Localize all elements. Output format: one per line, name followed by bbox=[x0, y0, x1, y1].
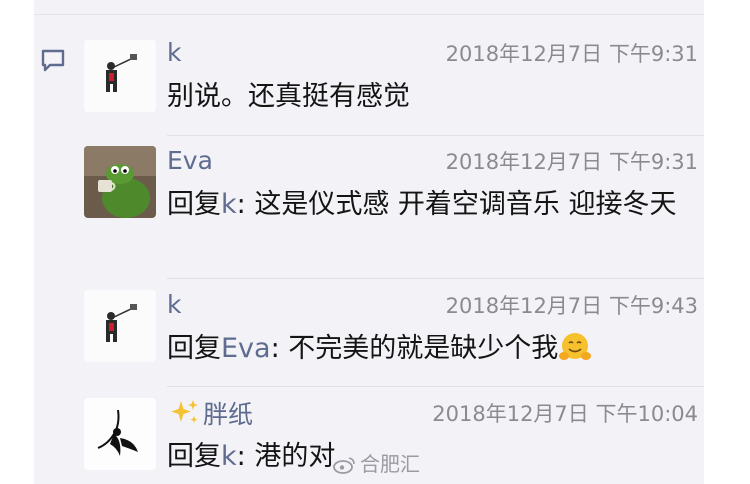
comment-divider bbox=[167, 386, 704, 387]
comment-text: 回复Eva: 不完美的就是缺少个我 bbox=[167, 330, 712, 367]
comment-divider bbox=[167, 278, 704, 279]
reply-to-user[interactable]: k bbox=[221, 441, 237, 472]
reply-separator: : bbox=[236, 189, 255, 220]
avatar-k[interactable] bbox=[84, 290, 156, 362]
reply-body: 港的对 bbox=[254, 441, 336, 472]
watermark-text: 合肥汇 bbox=[360, 452, 420, 476]
reply-body: 不完美的就是缺少个我 bbox=[288, 333, 559, 364]
weibo-logo-icon bbox=[333, 457, 355, 474]
reply-to-user[interactable]: k bbox=[221, 189, 237, 220]
reply-prefix: 回复 bbox=[167, 189, 221, 220]
comment-text: 回复k: 港的对 bbox=[167, 438, 712, 475]
reply-separator: : bbox=[236, 441, 255, 472]
comment-timestamp: 2018年12月7日 下午9:31 bbox=[445, 150, 698, 174]
top-divider bbox=[34, 14, 704, 15]
reply-body: 这是仪式感 开着空调音乐 迎接冬天 bbox=[254, 189, 677, 220]
comment-divider bbox=[167, 135, 704, 136]
comment-text: 回复k: 这是仪式感 开着空调音乐 迎接冬天 bbox=[167, 186, 712, 223]
avatar-eva[interactable] bbox=[84, 146, 156, 218]
comment-text: 别说。还真挺有感觉 bbox=[167, 81, 410, 112]
comment-timestamp: 2018年12月7日 下午9:31 bbox=[445, 42, 698, 66]
comment-author-name[interactable]: k bbox=[167, 290, 181, 320]
comment-author-name[interactable]: k bbox=[167, 38, 181, 68]
reply-to-user[interactable]: Eva bbox=[221, 333, 271, 364]
author-name-text[interactable]: 胖纸 bbox=[203, 400, 253, 429]
comment-icon[interactable] bbox=[40, 48, 66, 74]
comment-timestamp: 2018年12月7日 下午9:43 bbox=[445, 294, 698, 318]
avatar-k[interactable] bbox=[84, 40, 156, 112]
reply-prefix: 回复 bbox=[167, 333, 221, 364]
hugging-face-emoji bbox=[559, 333, 592, 360]
reply-prefix: 回复 bbox=[167, 441, 221, 472]
comment-author-name[interactable]: Eva bbox=[167, 146, 213, 176]
sparkles-icon bbox=[171, 400, 198, 423]
avatar-panzhi[interactable] bbox=[84, 398, 156, 470]
comment-author-name[interactable]: 胖纸 bbox=[167, 398, 253, 430]
reply-separator: : bbox=[270, 333, 289, 364]
watermark: 合肥汇 bbox=[332, 448, 420, 477]
comment-timestamp: 2018年12月7日 下午10:04 bbox=[432, 402, 698, 426]
